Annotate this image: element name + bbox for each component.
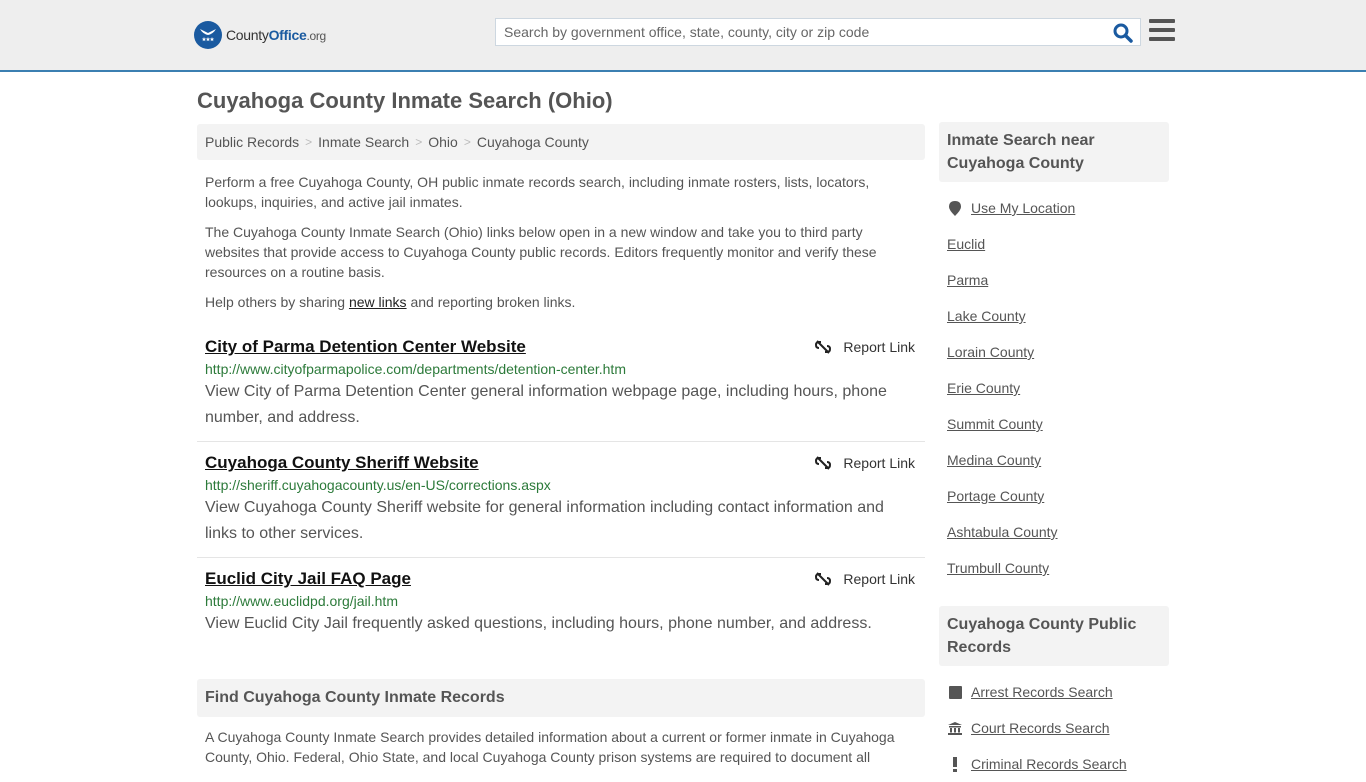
site-header: CountyOffice.org — [0, 0, 1366, 72]
broken-link-icon — [815, 456, 832, 470]
find-records-body: A Cuyahoga County Inmate Search provides… — [205, 729, 895, 765]
map-pin-icon — [947, 200, 963, 216]
intro-p3-text: Help others by sharing — [205, 294, 349, 310]
result-title-link[interactable]: Cuyahoga County Sheriff Website — [205, 452, 479, 474]
nearby-item: Ashtabula County — [947, 514, 1161, 550]
logo-text: CountyOffice.org — [226, 27, 326, 43]
search-box — [495, 18, 1141, 46]
result-url: http://www.cityofparmapolice.com/departm… — [205, 361, 626, 377]
logo-name: County — [226, 27, 269, 43]
nearby-link-parma[interactable]: Parma — [947, 272, 988, 288]
result-url: http://www.euclidpd.org/jail.htm — [205, 593, 398, 609]
nearby-link-euclid[interactable]: Euclid — [947, 236, 985, 252]
result-url: http://sheriff.cuyahogacounty.us/en-US/c… — [205, 477, 551, 493]
nearby-item: Parma — [947, 262, 1161, 298]
breadcrumb-separator: > — [463, 135, 471, 149]
nearby-link-erie-county[interactable]: Erie County — [947, 380, 1020, 396]
broken-link-icon — [815, 572, 832, 586]
result-description: View Cuyahoga County Sheriff website for… — [205, 499, 884, 542]
result-description: View Euclid City Jail frequently asked q… — [205, 615, 872, 632]
nearby-link-lorain-county[interactable]: Lorain County — [947, 344, 1034, 360]
nearby-link-lake-county[interactable]: Lake County — [947, 308, 1026, 324]
breadcrumb: Public Records > Inmate Search > Ohio > … — [197, 124, 925, 160]
eagle-stars-logo-icon — [194, 21, 222, 49]
report-link-button[interactable]: Report Link — [815, 339, 915, 355]
nearby-item: Portage County — [947, 478, 1161, 514]
nearby-link-trumbull-county[interactable]: Trumbull County — [947, 560, 1049, 576]
court-records-link[interactable]: Court Records Search — [971, 720, 1110, 736]
find-records-section: Find Cuyahoga County Inmate Records A Cu… — [197, 679, 925, 767]
logo-brand: Office — [268, 27, 307, 43]
logo-tld: .org — [306, 29, 326, 43]
breadcrumb-inmate-search[interactable]: Inmate Search — [318, 134, 409, 150]
intro-paragraph-1: Perform a free Cuyahoga County, OH publi… — [205, 174, 870, 210]
breadcrumb-cuyahoga-county[interactable]: Cuyahoga County — [477, 134, 589, 150]
nearby-item: Summit County — [947, 406, 1161, 442]
breadcrumb-public-records[interactable]: Public Records — [205, 134, 299, 150]
nearby-item: Erie County — [947, 370, 1161, 406]
hamburger-menu-icon[interactable] — [1149, 19, 1175, 43]
criminal-records-link[interactable]: Criminal Records Search — [971, 756, 1127, 772]
exclamation-icon — [947, 756, 963, 772]
new-links-link[interactable]: new links — [349, 294, 407, 310]
arrest-records-link[interactable]: Arrest Records Search — [971, 684, 1113, 700]
nearby-item: Lorain County — [947, 334, 1161, 370]
public-records-item: Arrest Records Search — [947, 674, 1161, 710]
breadcrumb-separator: > — [415, 135, 423, 149]
nearby-list: Use My Location Euclid Parma Lake County… — [939, 182, 1169, 586]
intro-paragraph-3: Help others by sharing new links and rep… — [205, 292, 917, 312]
report-link-button[interactable]: Report Link — [815, 455, 915, 471]
site-logo[interactable]: CountyOffice.org — [194, 21, 326, 49]
nearby-item: Euclid — [947, 226, 1161, 262]
square-icon — [947, 685, 963, 699]
main-content: Public Records > Inmate Search > Ohio > … — [197, 124, 925, 767]
intro-text: Perform a free Cuyahoga County, OH publi… — [197, 172, 925, 312]
intro-paragraph-2: The Cuyahoga County Inmate Search (Ohio)… — [205, 224, 877, 280]
nearby-item: Lake County — [947, 298, 1161, 334]
search-input[interactable] — [496, 19, 1140, 45]
intro-p3-text-end: and reporting broken links. — [406, 294, 576, 310]
nearby-link-portage-county[interactable]: Portage County — [947, 488, 1044, 504]
nearby-item: Medina County — [947, 442, 1161, 478]
result-item: Cuyahoga County Sheriff Website Report L… — [197, 442, 925, 558]
use-my-location-link[interactable]: Use My Location — [971, 200, 1075, 216]
report-link-button[interactable]: Report Link — [815, 571, 915, 587]
public-records-heading: Cuyahoga County Public Records — [939, 606, 1169, 666]
nearby-link-medina-county[interactable]: Medina County — [947, 452, 1041, 468]
results-list: City of Parma Detention Center Website R… — [197, 326, 925, 647]
broken-link-icon — [815, 340, 832, 354]
page-title: Cuyahoga County Inmate Search (Ohio) — [197, 88, 613, 113]
report-link-label: Report Link — [843, 455, 915, 471]
courthouse-icon — [947, 721, 963, 735]
use-my-location-item: Use My Location — [947, 190, 1161, 226]
public-records-item: Criminal Records Search — [947, 746, 1161, 782]
result-title-link[interactable]: City of Parma Detention Center Website — [205, 336, 526, 358]
nearby-link-summit-county[interactable]: Summit County — [947, 416, 1043, 432]
breadcrumb-ohio[interactable]: Ohio — [428, 134, 458, 150]
nearby-heading: Inmate Search near Cuyahoga County — [939, 122, 1169, 182]
result-title-link[interactable]: Euclid City Jail FAQ Page — [205, 568, 411, 590]
nearby-item: Trumbull County — [947, 550, 1161, 586]
report-link-label: Report Link — [843, 339, 915, 355]
public-records-list: Arrest Records Search Court Records Sear… — [939, 666, 1169, 782]
nearby-link-ashtabula-county[interactable]: Ashtabula County — [947, 524, 1058, 540]
public-records-item: Court Records Search — [947, 710, 1161, 746]
result-description: View City of Parma Detention Center gene… — [205, 383, 887, 426]
find-records-heading: Find Cuyahoga County Inmate Records — [197, 679, 925, 717]
search-icon[interactable] — [1112, 22, 1134, 44]
sidebar: Inmate Search near Cuyahoga County Use M… — [939, 122, 1169, 782]
breadcrumb-separator: > — [305, 135, 313, 149]
result-item: Euclid City Jail FAQ Page Report Link ht… — [197, 558, 925, 647]
report-link-label: Report Link — [843, 571, 915, 587]
result-item: City of Parma Detention Center Website R… — [197, 326, 925, 442]
